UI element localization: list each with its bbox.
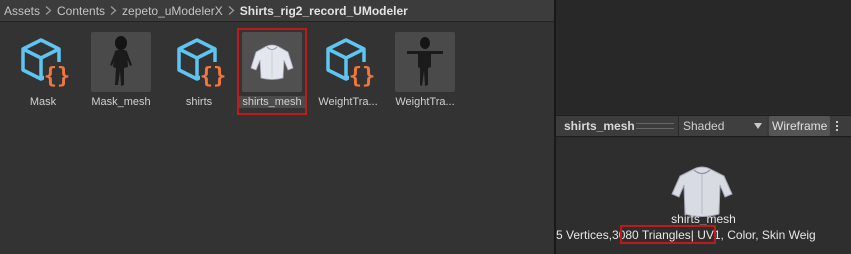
breadcrumb-item-assets[interactable]: Assets	[4, 4, 40, 18]
asset-label: WeightTra...	[318, 96, 378, 108]
shirt-mesh-preview	[242, 32, 302, 92]
preview-toolbar: shirts_mesh Shaded Wireframe	[556, 115, 851, 137]
chevron-right-icon	[45, 6, 52, 15]
mesh-stats-vertices: 5 Vertices,	[556, 228, 613, 242]
breadcrumb: Assets Contents zepeto_uModelerX Shirts_…	[0, 0, 554, 22]
asset-item-weighttransfer-prefab[interactable]: {} WeightTra...	[313, 32, 383, 116]
prefab-icon: {}	[318, 32, 378, 92]
asset-item-mask-mesh[interactable]: Mask_mesh	[86, 32, 156, 116]
asset-label: Mask	[29, 96, 57, 108]
inspector-panel: shirts_mesh Shaded Wireframe shirts_mesh…	[556, 0, 851, 254]
asset-label: shirts	[185, 96, 213, 108]
t-pose-mesh-preview	[395, 32, 455, 92]
chevron-right-icon	[110, 6, 117, 15]
asset-label-text: shirts_mesh	[239, 96, 305, 108]
asset-item-shirts[interactable]: {} shirts	[164, 32, 234, 116]
asset-label: WeightTra...	[395, 96, 455, 108]
shading-mode-dropdown[interactable]: Shaded	[678, 116, 766, 136]
svg-text:{}: {}	[200, 64, 227, 89]
asset-grid: {} Mask Mask_mesh {} shirts shirts_mesh …	[0, 22, 554, 254]
preview-title: shirts_mesh	[564, 119, 635, 133]
chevron-right-icon	[228, 6, 235, 15]
breadcrumb-item-current-folder[interactable]: Shirts_rig2_record_UModeler	[240, 4, 408, 18]
asset-label: Mask_mesh	[91, 96, 151, 108]
more-options-icon[interactable]	[830, 116, 844, 136]
svg-text:{}: {}	[44, 64, 71, 89]
svg-text:{}: {}	[349, 64, 376, 89]
project-panel: Assets Contents zepeto_uModelerX Shirts_…	[0, 0, 554, 254]
mesh-stats-triangles: 3080 Triangles	[612, 228, 691, 242]
shading-mode-value: Shaded	[683, 119, 725, 133]
breadcrumb-item-contents[interactable]: Contents	[57, 4, 105, 18]
preview-mesh-name: shirts_mesh	[671, 212, 736, 226]
drag-handle-icon[interactable]	[636, 123, 674, 129]
mesh-preview-area[interactable]: shirts_mesh 5 Vertices, 3080 Triangles |…	[556, 138, 851, 254]
asset-label: shirts_mesh	[231, 96, 313, 108]
chevron-down-icon	[754, 123, 762, 129]
prefab-icon: {}	[13, 32, 73, 92]
inspector-empty-area	[556, 0, 851, 114]
asset-item-weighttransfer-mesh[interactable]: WeightTra...	[390, 32, 460, 116]
breadcrumb-item-zepeto-umodelerx[interactable]: zepeto_uModelerX	[122, 4, 223, 18]
mesh-stats-attributes: | UV1, Color, Skin Weig	[690, 228, 816, 242]
mesh-stats: 5 Vertices, 3080 Triangles | UV1, Color,…	[556, 228, 851, 244]
figure-mesh-preview	[91, 32, 151, 92]
asset-item-shirts-mesh[interactable]: shirts_mesh	[237, 32, 307, 116]
prefab-icon: {}	[169, 32, 229, 92]
asset-item-mask[interactable]: {} Mask	[8, 32, 78, 116]
wireframe-toggle[interactable]: Wireframe	[769, 116, 831, 136]
